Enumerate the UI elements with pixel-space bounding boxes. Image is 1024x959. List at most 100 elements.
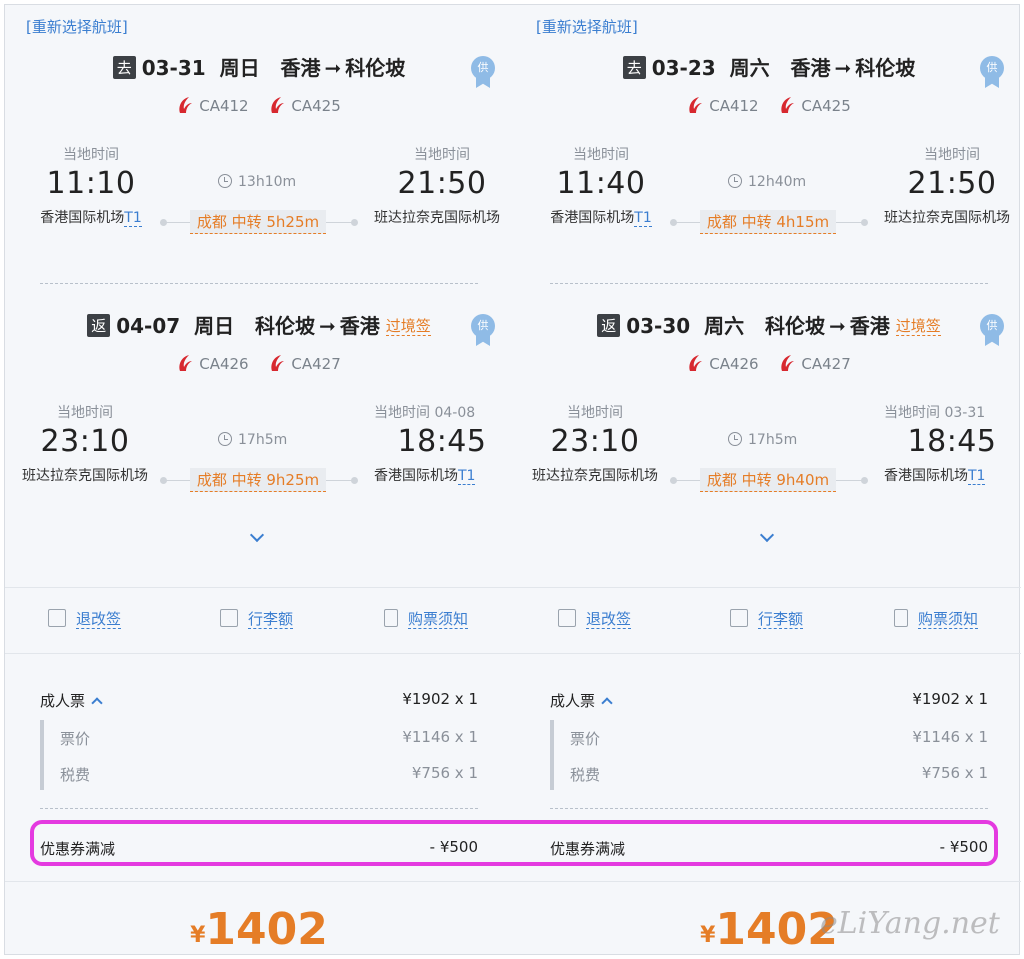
clock-icon: [218, 432, 232, 446]
baggage-link[interactable]: 行李额: [220, 608, 294, 629]
change-refund-link[interactable]: 退改签: [48, 608, 122, 629]
flight-duration: 13h10m: [218, 174, 318, 190]
segment-weekday: 周六: [729, 56, 770, 80]
flight-number[interactable]: CA425: [779, 96, 851, 115]
expand-chevron-icon[interactable]: [249, 527, 265, 543]
adult-fare-row[interactable]: 成人票 ¥1902 x 1: [550, 690, 988, 712]
arrival-airport: 班达拉奈克国际机场: [374, 210, 500, 226]
flight-duration: 12h40m: [728, 174, 828, 190]
ticket-notice-link[interactable]: 购票须知: [384, 608, 469, 629]
fare-divider: [550, 808, 988, 809]
air-china-logo-icon: [781, 97, 795, 113]
collapse-caret-icon: [601, 697, 613, 709]
air-china-logo-icon: [689, 97, 703, 113]
route-dot: [670, 219, 677, 226]
terminal-link[interactable]: T1: [968, 468, 986, 485]
supplier-badge-icon: 供: [980, 314, 1004, 348]
local-time-label: 当地时间 03-31: [884, 405, 986, 421]
flight-number[interactable]: CA425: [269, 96, 341, 115]
flight-number[interactable]: CA426: [177, 354, 249, 373]
flight-numbers: CA426 CA427: [4, 354, 514, 373]
outbound-segment: 去 03-23 周六 香港 ➞ 科伦坡 供 CA412 CA425 当地时间 11:4…: [514, 4, 1024, 264]
departure-info: 当地时间 23:10 班达拉奈克国际机场: [10, 402, 160, 487]
departure-info: 当地时间 23:10 班达拉奈克国际机场: [520, 402, 670, 487]
fare-divider: [40, 808, 478, 809]
flight-number[interactable]: CA426: [687, 354, 759, 373]
option-card-2: [重新选择航班] 去 03-23 周六 香港 ➞ 科伦坡 供 CA412 CA425 …: [514, 4, 1024, 955]
direction-badge: 去: [622, 56, 646, 79]
transfer-info[interactable]: 成都 中转 5h25m: [190, 210, 326, 234]
transit-visa-link[interactable]: 过境签: [385, 317, 431, 336]
arrival-time: 21:50: [397, 166, 487, 201]
route-dot: [160, 219, 167, 226]
transfer-info[interactable]: 成都 中转 9h40m: [700, 468, 836, 492]
local-time-label: 当地时间: [924, 147, 980, 163]
arrival-info: 当地时间 04-08 18:45 香港国际机场T1: [374, 402, 510, 487]
route-arrow-icon: ➞: [834, 56, 852, 80]
supplier-badge-icon: 供: [471, 314, 495, 348]
direction-badge: 返: [597, 314, 621, 337]
fare-breakdown: 成人票 ¥1902 x 1 票价 ¥1146 x 1 税费 ¥756 x 1: [550, 690, 988, 790]
clock-icon: [728, 174, 742, 188]
flight-number[interactable]: CA412: [687, 96, 759, 115]
policy-links: 退改签 行李额 购票须知: [4, 608, 514, 632]
arrival-time: 18:45: [397, 424, 487, 459]
terminal-link[interactable]: T1: [458, 468, 476, 485]
document-icon: [894, 609, 908, 627]
to-city: 香港: [849, 314, 890, 338]
route-dot: [670, 477, 677, 484]
route-arrow-icon: ➞: [324, 56, 342, 80]
baggage-link[interactable]: 行李额: [730, 608, 804, 629]
segment-date: 03-23: [651, 56, 716, 80]
clock-icon: [218, 174, 232, 188]
route-arrow-icon: ➞: [829, 314, 846, 338]
departure-airport: 班达拉奈克国际机场: [532, 468, 658, 484]
departure-info: 当地时间 11:10 香港国际机场T1: [26, 144, 156, 229]
expand-chevron-icon[interactable]: [759, 527, 775, 543]
transfer-info[interactable]: 成都 中转 4h15m: [700, 210, 836, 234]
departure-airport: 香港国际机场T1: [40, 210, 142, 227]
direction-badge: 去: [112, 56, 136, 79]
transit-visa-link[interactable]: 过境签: [895, 317, 941, 336]
adult-fare-row[interactable]: 成人票 ¥1902 x 1: [40, 690, 478, 712]
tax-row: 税费 ¥756 x 1: [570, 764, 988, 784]
terminal-link[interactable]: T1: [634, 210, 652, 227]
flight-duration: 17h5m: [728, 432, 828, 448]
local-time-label: 当地时间: [57, 405, 113, 421]
flight-duration: 17h5m: [218, 432, 318, 448]
air-china-logo-icon: [179, 355, 193, 371]
to-city: 科伦坡: [855, 56, 916, 80]
transfer-info[interactable]: 成都 中转 9h25m: [190, 468, 326, 492]
route-dot: [861, 219, 868, 226]
route-dot: [861, 477, 868, 484]
option-card-1: [重新选择航班] 去 03-31 周日 香港 ➞ 科伦坡 供 CA412 CA425 …: [4, 4, 514, 955]
luggage-icon: [730, 609, 748, 627]
local-time-label: 当地时间: [414, 147, 470, 163]
departure-info: 当地时间 11:40 香港国际机场T1: [536, 144, 666, 229]
segment-header: 返 03-30 周六 科伦坡 ➞ 香港 过境签: [514, 310, 1024, 339]
segment-weekday: 周日: [219, 56, 260, 80]
arrival-info: 当地时间 03-31 18:45 香港国际机场T1: [884, 402, 1020, 487]
terminal-link[interactable]: T1: [124, 210, 142, 227]
air-china-logo-icon: [179, 97, 193, 113]
return-segment: 返 04-07 周日 科伦坡 ➞ 香港 过境签 供 CA426 CA427 当地时间 2…: [4, 262, 514, 522]
from-city: 科伦坡: [765, 314, 826, 338]
departure-airport: 班达拉奈克国际机场: [22, 468, 148, 484]
total-price: ¥1402: [190, 904, 328, 955]
flight-number[interactable]: CA412: [177, 96, 249, 115]
flight-number[interactable]: CA427: [779, 354, 851, 373]
local-time-label: 当地时间: [573, 147, 629, 163]
segment-header: 去 03-31 周日 香港 ➞ 科伦坡: [4, 52, 514, 81]
arrival-info: 当地时间 21:50 班达拉奈克国际机场: [884, 144, 1020, 229]
departure-time: 11:40: [556, 166, 646, 201]
local-time-label: 当地时间 04-08: [374, 405, 476, 421]
segment-weekday: 周日: [194, 314, 235, 338]
outbound-segment: 去 03-31 周日 香港 ➞ 科伦坡 供 CA412 CA425 当地时间 11:1…: [4, 4, 514, 264]
coupon-highlight-annotation: [30, 820, 998, 866]
direction-badge: 返: [87, 314, 111, 337]
segment-weekday: 周六: [704, 314, 745, 338]
ticket-notice-link[interactable]: 购票须知: [894, 608, 979, 629]
segment-header: 返 04-07 周日 科伦坡 ➞ 香港 过境签: [4, 310, 514, 339]
flight-number[interactable]: CA427: [269, 354, 341, 373]
change-refund-link[interactable]: 退改签: [558, 608, 632, 629]
